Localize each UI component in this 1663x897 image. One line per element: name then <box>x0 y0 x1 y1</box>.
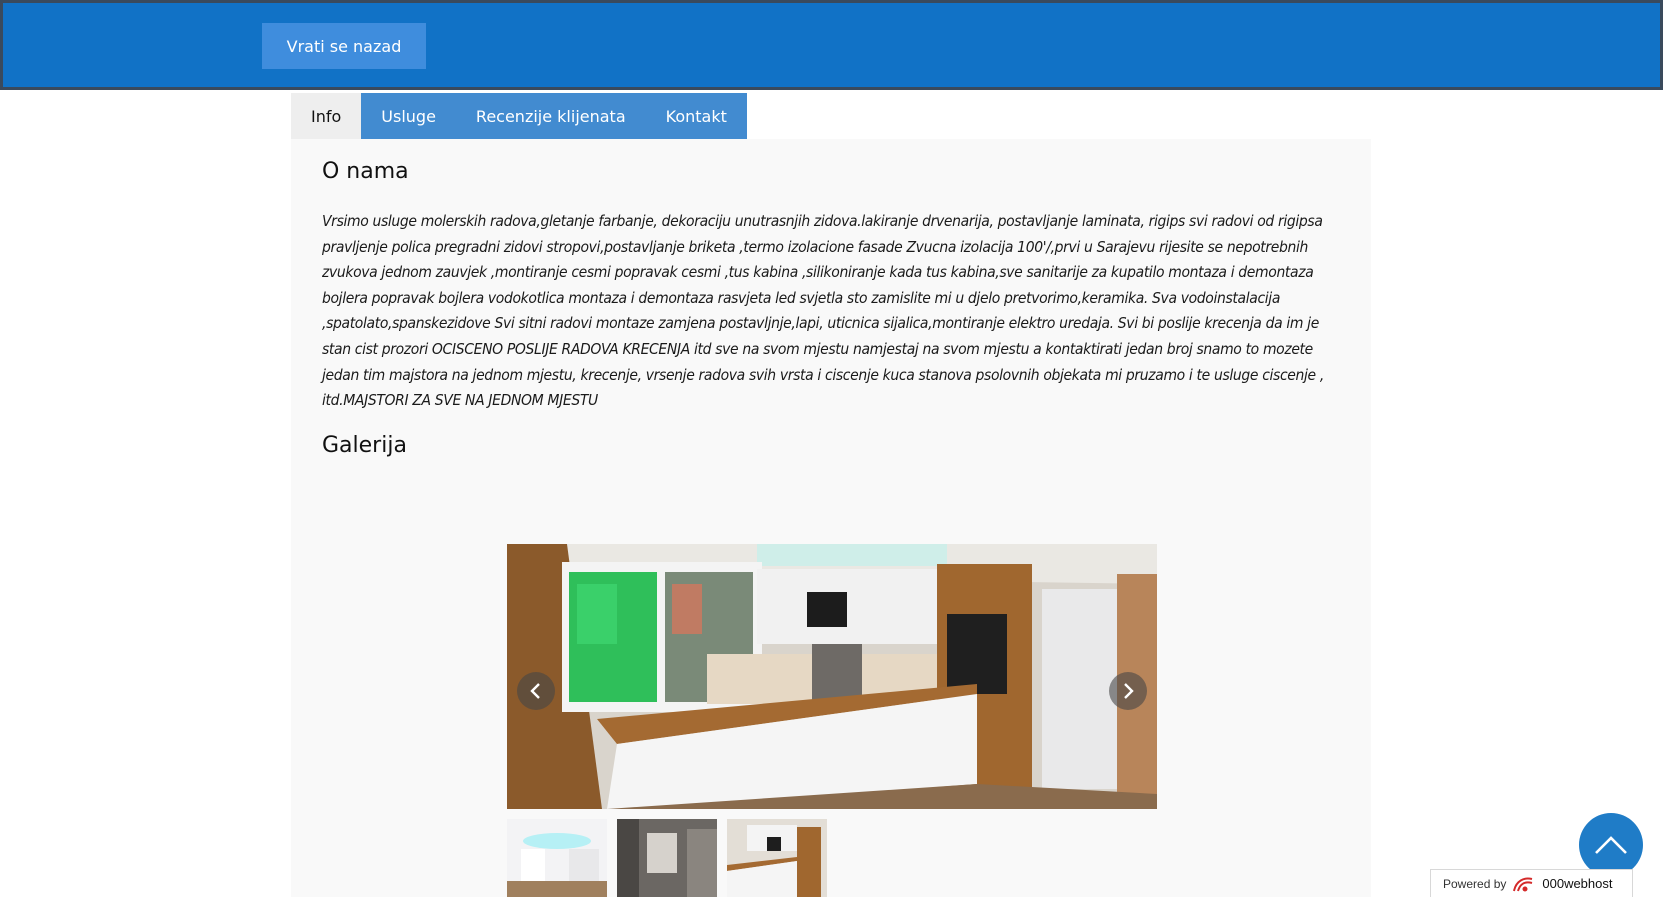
webhost-logo-icon <box>1513 877 1533 891</box>
back-button[interactable]: Vrati se nazad <box>262 23 426 69</box>
gallery-main-image <box>507 544 1157 809</box>
gallery-thumbnail-2[interactable] <box>617 819 717 897</box>
gallery-next-button[interactable] <box>1109 672 1147 710</box>
top-header-bar: Vrati se nazad <box>0 0 1663 90</box>
kitchen-photo <box>727 819 827 897</box>
gallery-prev-button[interactable] <box>517 672 555 710</box>
tab-usluge[interactable]: Usluge <box>361 93 456 139</box>
gallery-thumbnail-1[interactable] <box>507 819 607 897</box>
webhost-brand: 000webhost <box>1542 876 1613 891</box>
tab-bar: Info Usluge Recenzije klijenata Kontakt <box>291 93 747 139</box>
chevron-right-icon <box>1124 683 1134 699</box>
chevron-left-icon <box>530 683 540 699</box>
about-text: Vrsimo usluge molerskih radova,gletanje … <box>322 212 1324 410</box>
bathroom-renovation-photo <box>617 819 717 897</box>
gallery-title: Galerija <box>322 433 407 458</box>
tab-recenzije[interactable]: Recenzije klijenata <box>455 93 646 139</box>
scroll-to-top-button[interactable] <box>1579 813 1643 877</box>
gallery-thumbnail-3[interactable] <box>727 819 827 897</box>
tab-info[interactable]: Info <box>291 93 362 139</box>
about-title: O nama <box>322 159 409 184</box>
info-panel: O nama Vrsimo usluge molerskih radova,gl… <box>291 139 1371 897</box>
powered-by-badge[interactable]: Powered by 000webhost <box>1430 869 1633 897</box>
hallway-photo <box>507 819 607 897</box>
kitchen-photo <box>507 544 1157 809</box>
powered-by-label: Powered by <box>1443 876 1507 891</box>
chevron-up-icon <box>1595 836 1627 854</box>
tab-kontakt[interactable]: Kontakt <box>645 93 747 139</box>
